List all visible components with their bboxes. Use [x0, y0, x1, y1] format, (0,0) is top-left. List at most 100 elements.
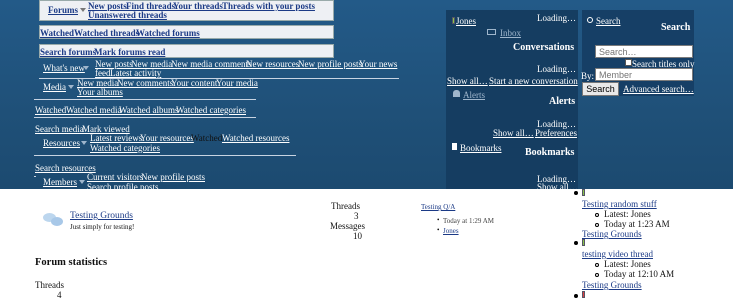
forums-unanswered-threads[interactable]: Unanswered threads [88, 10, 167, 20]
media-your-media[interactable]: Your media [216, 78, 258, 88]
whats-new-new-resources[interactable]: New resources [246, 59, 299, 69]
chevron-down-icon [80, 8, 86, 12]
new-post-forum-2[interactable]: Testing Grounds [582, 280, 642, 290]
list-circle [595, 273, 599, 277]
whats-new-new-media-comments[interactable]: New media comments [171, 59, 251, 69]
alerts-preferences[interactable]: Preferences [535, 128, 577, 138]
forum-description: Just simply for testing! [70, 223, 135, 231]
avatar [452, 17, 455, 24]
media-your-content[interactable]: Your content [171, 78, 217, 88]
new-post-time-2: Today at 12:10 AM [604, 269, 675, 279]
latest-thread-time: Today at 1:29 AM [443, 217, 495, 225]
media-new-comments[interactable]: New comments [117, 78, 173, 88]
advanced-search-link[interactable]: Advanced search… [623, 84, 694, 94]
divider [34, 99, 256, 100]
forums-search-forums[interactable]: Search forums [40, 47, 96, 57]
whats-new-feed[interactable]: feed [95, 68, 111, 78]
bookmarks-show-all[interactable]: Show all… [537, 182, 578, 192]
bookmarks-link[interactable]: Bookmarks [460, 143, 502, 153]
forums-your-threads[interactable]: Your threads [173, 1, 223, 11]
forums-mark-forums-read[interactable]: Mark forums read [94, 47, 165, 57]
conversations-loading-2: Loading… [537, 64, 576, 74]
messages-label: Messages [330, 221, 365, 231]
conversations-show-all[interactable]: Show all… [447, 76, 488, 86]
resources-watched-categories[interactable]: Watched categories [90, 143, 160, 153]
messages-value: 10 [353, 231, 362, 241]
latest-thread-title[interactable]: Testing Q/A [421, 202, 455, 212]
new-post-title-1[interactable]: Testing random stuff [582, 199, 657, 209]
alerts-link[interactable]: Alerts [463, 90, 485, 100]
conversations-loading: Loading… [537, 13, 576, 23]
new-post-latest-1: Latest: Jones [604, 209, 651, 219]
stats-threads-label: Threads [35, 280, 64, 290]
divider [34, 176, 36, 177]
search-button[interactable]: Search [582, 82, 619, 96]
members-new-profile-posts[interactable]: New profile posts [141, 172, 205, 182]
nav-media[interactable]: Media [43, 82, 66, 92]
resources-watched-resources[interactable]: Watched resources [222, 133, 290, 143]
whats-new-new-profile-posts[interactable]: New profile posts [298, 59, 362, 69]
latest-thread-user[interactable]: Jones [443, 226, 459, 236]
members-search-profile-posts[interactable]: Search profile posts [87, 182, 158, 192]
bell-icon[interactable] [453, 90, 460, 97]
new-post-title-2[interactable]: testing video thread [582, 249, 653, 259]
media-watched-albums[interactable]: Watched albums [119, 105, 179, 115]
bookmarks-title: Bookmarks [525, 147, 575, 158]
media-watched-categories[interactable]: Watched categories [176, 105, 246, 115]
whats-new-latest-activity[interactable]: Latest activity [110, 68, 161, 78]
forum-statistics-heading: Forum statistics [35, 257, 108, 268]
threads-value: 3 [354, 211, 359, 221]
forums-watched-forums[interactable]: Watched forums [136, 28, 200, 38]
divider [34, 117, 256, 118]
resources-your-resources[interactable]: Your resources [140, 133, 194, 143]
resources-latest-reviews[interactable]: Latest reviews [90, 133, 142, 143]
new-post-latest-2: Latest: Jones [604, 259, 651, 269]
new-post-forum-1[interactable]: Testing Grounds [582, 229, 642, 239]
alerts-show-all[interactable]: Show all… [493, 128, 534, 138]
media-your-albums[interactable]: Your albums [77, 87, 123, 97]
list-bullet [574, 191, 578, 195]
chevron-down-icon [68, 85, 74, 89]
chevron-down-icon [81, 141, 87, 145]
start-new-conversation[interactable]: Start a new conversation [489, 76, 578, 86]
nav-whats-new[interactable]: What's new [43, 63, 85, 73]
forum-chat-icon-bubble [51, 217, 63, 226]
alerts-title: Alerts [549, 96, 576, 107]
account-username[interactable]: Jones [456, 16, 476, 26]
envelope-icon[interactable] [487, 29, 496, 35]
titles-only-checkbox[interactable] [625, 59, 632, 66]
search-icon[interactable] [587, 17, 593, 23]
avatar [582, 189, 585, 196]
bullet: • [437, 216, 440, 224]
bookmark-icon[interactable] [452, 143, 457, 150]
chevron-down-icon [79, 180, 85, 184]
chevron-down-icon [83, 66, 89, 70]
media-watched-media[interactable]: Watched media [66, 105, 122, 115]
conversations-title: Conversations [513, 42, 575, 53]
forums-watched[interactable]: Watched [40, 28, 74, 38]
search-title: Search [661, 22, 691, 33]
inbox-link[interactable]: Inbox [500, 28, 521, 38]
media-search-media[interactable]: Search media [35, 124, 84, 134]
list-circle [595, 263, 599, 267]
list-bullet [574, 294, 578, 298]
search-link[interactable]: Search [596, 16, 621, 26]
forum-title[interactable]: Testing Grounds [70, 211, 133, 221]
avatar [582, 239, 585, 246]
by-label: By: [581, 71, 595, 81]
forums-watched-threads[interactable]: Watched threads [74, 28, 139, 38]
search-input[interactable] [595, 45, 693, 58]
nav-forums[interactable]: Forums [48, 5, 78, 15]
whats-new-your-news[interactable]: Your news [359, 59, 397, 69]
members-current-visitors[interactable]: Current visitors [87, 172, 143, 182]
resources-watched-label: Watched [191, 133, 223, 143]
list-circle [595, 223, 599, 227]
forums-threads-with-your-posts[interactable]: Threads with your posts [222, 1, 315, 11]
bullet: • [437, 226, 440, 234]
media-watched[interactable]: Watched [35, 105, 66, 115]
new-post-time-1: Today at 1:23 AM [604, 219, 670, 229]
member-input[interactable] [595, 68, 693, 81]
stats-threads-value: 4 [57, 290, 62, 300]
nav-resources[interactable]: Resources [43, 138, 80, 148]
nav-members[interactable]: Members [43, 177, 77, 187]
